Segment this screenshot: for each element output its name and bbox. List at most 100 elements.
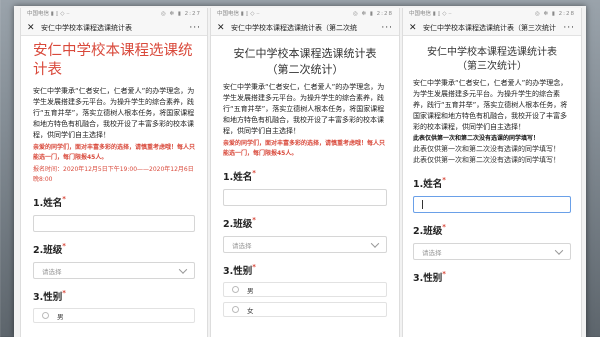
nav-bar: ✕ 安仁中学校本课程选课统计表（第三次统计 ··· bbox=[403, 20, 581, 36]
form-note: 亲爱的同学们，面对丰富多彩的选择，请慎重考虑哦！每人只能选一门，每门限报45人。 bbox=[33, 144, 196, 161]
field-label: 2.班级* bbox=[223, 216, 387, 230]
field-gender: 3.性别* bbox=[413, 270, 571, 284]
form-notice-bold: 此表仅供第一次和第二次没有选课的同学填写！ bbox=[413, 135, 540, 142]
nav-bar: ✕ 安仁中学校本课程选课统计表 ··· bbox=[21, 20, 207, 36]
field-number: 3. bbox=[413, 273, 424, 284]
field-name: 1.姓名* bbox=[33, 195, 195, 232]
field-number: 3. bbox=[223, 266, 234, 277]
field-gender: 3.性别* 男 女 bbox=[223, 263, 387, 317]
field-number: 1. bbox=[33, 198, 44, 209]
required-mark: * bbox=[252, 263, 256, 271]
required-mark: * bbox=[62, 195, 66, 203]
name-input[interactable] bbox=[223, 189, 387, 206]
field-name: 1.姓名* bbox=[413, 176, 571, 213]
field-label: 2.班级* bbox=[33, 242, 195, 256]
required-mark: * bbox=[442, 270, 446, 278]
gender-option-male[interactable]: 男 bbox=[223, 282, 387, 297]
field-label-text: 班级 bbox=[423, 226, 443, 237]
required-mark: * bbox=[252, 216, 256, 224]
form-notice-repeat: 此表仅供第一次和第二次没有选课的同学填写！ bbox=[413, 156, 560, 164]
field-number: 1. bbox=[413, 179, 424, 190]
more-icon[interactable]: ··· bbox=[563, 23, 575, 33]
form-description: 安仁中学秉承“仁者安仁，仁者爱人”的办学理念，为学生发展搭建多元平台。为操升学生… bbox=[223, 83, 385, 135]
close-icon[interactable]: ✕ bbox=[409, 23, 417, 33]
option-label: 女 bbox=[247, 306, 254, 315]
field-label: 3.性别* bbox=[223, 263, 387, 277]
radio-icon bbox=[232, 306, 239, 313]
nav-title: 安仁中学校本课程选课统计表 bbox=[41, 23, 132, 32]
status-bar: 中国电信 ▮ ▯ ◇ ·· ◎ ✻ ▮ 2:27 bbox=[21, 8, 207, 20]
status-right: ◎ ✻ ▮ 2:28 bbox=[534, 11, 575, 17]
field-label: 2.班级* bbox=[413, 223, 571, 237]
class-select[interactable]: 请选择 bbox=[33, 262, 195, 279]
field-gender: 3.性别* 男 bbox=[33, 289, 195, 323]
close-icon[interactable]: ✕ bbox=[217, 23, 225, 33]
nav-title: 安仁中学校本课程选课统计表（第三次统计 bbox=[423, 23, 556, 32]
phone-screenshot-2: 中国电信 ▮ ▯ ◇ ·· ◎ ✻ ▮ 2:28 ✕ 安仁中学校本课程选课统计表… bbox=[210, 8, 400, 337]
radio-icon bbox=[232, 286, 239, 293]
status-left: 中国电信 ▮ ▯ ◇ ·· bbox=[217, 11, 260, 17]
status-right: ◎ ✻ ▮ 2:28 bbox=[352, 11, 393, 17]
required-mark: * bbox=[62, 289, 66, 297]
form-description: 安仁中学秉承“仁者安仁，仁者爱人”的办学理念，为学生发展搭建多元平台。为操升学生… bbox=[413, 79, 568, 131]
chevron-down-icon bbox=[370, 238, 380, 248]
title-line-1: 安仁中学校本课程选课统计表 bbox=[427, 47, 557, 58]
field-number: 2. bbox=[413, 226, 424, 237]
name-input[interactable] bbox=[33, 215, 195, 232]
field-name: 1.姓名* bbox=[223, 169, 387, 206]
select-placeholder: 请选择 bbox=[232, 241, 252, 250]
nav-title: 安仁中学校本课程选课统计表（第二次统 bbox=[231, 23, 357, 32]
field-label-text: 性别 bbox=[423, 273, 443, 284]
required-mark: * bbox=[442, 223, 446, 231]
form-description: 安仁中学秉承“仁者安仁，仁者爱人”的办学理念，为学生发展搭建多元平台。为操升学生… bbox=[33, 87, 195, 139]
field-number: 2. bbox=[33, 245, 44, 256]
field-class: 2.班级* 请选择 bbox=[413, 223, 571, 260]
field-label-text: 性别 bbox=[43, 292, 63, 303]
field-number: 2. bbox=[223, 219, 234, 230]
title-line-2: （第二次统计） bbox=[266, 63, 344, 76]
form-time: 报名时间：2020年12月5日下午19:00——2020年12月6日晚8:00 bbox=[33, 166, 194, 183]
field-class: 2.班级* 请选择 bbox=[223, 216, 387, 253]
field-label-text: 班级 bbox=[43, 245, 63, 256]
gender-option-female[interactable]: 女 bbox=[223, 302, 387, 317]
close-icon[interactable]: ✕ bbox=[27, 23, 35, 33]
radio-icon bbox=[42, 312, 49, 319]
status-bar: 中国电信 ▮ ▯ ◇ ·· ◎ ✻ ▮ 2:28 bbox=[211, 8, 399, 20]
class-select[interactable]: 请选择 bbox=[223, 236, 387, 253]
name-input[interactable] bbox=[413, 196, 571, 213]
title-line-2: （第三次统计） bbox=[457, 61, 527, 72]
field-label: 1.姓名* bbox=[413, 176, 571, 190]
field-label-text: 班级 bbox=[233, 219, 253, 230]
status-left: 中国电信 ▮ ▯ ◇ ·· bbox=[27, 11, 70, 17]
more-icon[interactable]: ··· bbox=[189, 23, 201, 33]
required-mark: * bbox=[62, 242, 66, 250]
field-label-text: 姓名 bbox=[423, 179, 443, 190]
class-select[interactable]: 请选择 bbox=[413, 243, 571, 260]
chevron-down-icon bbox=[554, 245, 564, 255]
form-title: 安仁中学校本课程选课统计表 （第三次统计） bbox=[413, 46, 571, 74]
chevron-down-icon bbox=[178, 264, 188, 274]
option-label: 男 bbox=[57, 312, 64, 321]
field-class: 2.班级* 请选择 bbox=[33, 242, 195, 279]
field-number: 3. bbox=[33, 292, 44, 303]
more-icon[interactable]: ··· bbox=[381, 23, 393, 33]
field-label: 1.姓名* bbox=[33, 195, 195, 209]
field-label-text: 性别 bbox=[233, 266, 253, 277]
phone-screenshot-3: 中国电信 ▮ ▯ ◇ ·· ◎ ✻ ▮ 2:28 ✕ 安仁中学校本课程选课统计表… bbox=[402, 8, 582, 337]
field-label: 3.性别* bbox=[413, 270, 571, 284]
form-note: 亲爱的同学们，面对丰富多彩的选择，请慎重考虑哦！每人只能选一门，每门限报45人。 bbox=[223, 140, 386, 157]
status-right: ◎ ✻ ▮ 2:27 bbox=[160, 11, 201, 17]
field-label: 3.性别* bbox=[33, 289, 195, 303]
select-placeholder: 请选择 bbox=[422, 248, 442, 257]
title-line-1: 安仁中学校本课程选课统计表 bbox=[233, 47, 377, 60]
field-label: 1.姓名* bbox=[223, 169, 387, 183]
option-label: 男 bbox=[247, 286, 254, 295]
required-mark: * bbox=[442, 176, 446, 184]
select-placeholder: 请选择 bbox=[42, 267, 62, 276]
field-label-text: 姓名 bbox=[43, 198, 63, 209]
field-number: 1. bbox=[223, 172, 234, 183]
form-title: 安仁中学校本课程选课统计表 （第二次统计） bbox=[223, 46, 387, 78]
status-bar: 中国电信 ▮ ▯ ◇ ·· ◎ ✻ ▮ 2:28 bbox=[403, 8, 581, 20]
status-left: 中国电信 ▮ ▯ ◇ ·· bbox=[409, 11, 452, 17]
gender-option-male[interactable]: 男 bbox=[33, 308, 195, 323]
